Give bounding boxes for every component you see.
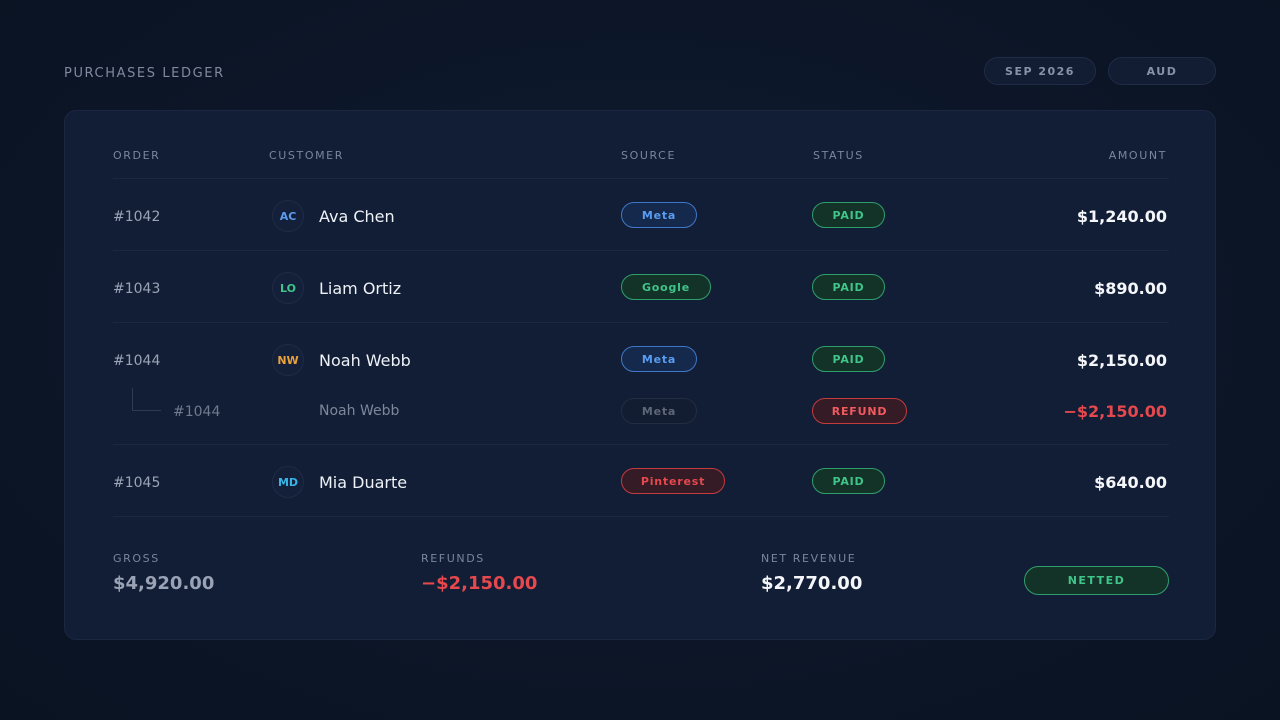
avatar: AC [272, 200, 304, 232]
column-header-amount: AMOUNT [1108, 149, 1167, 162]
source-badge: Meta [621, 398, 697, 424]
amount: $640.00 [1094, 473, 1167, 492]
status-badge: PAID [812, 346, 885, 372]
source-badge: Meta [621, 202, 697, 228]
divider [113, 178, 1169, 179]
source-badge: Pinterest [621, 468, 725, 494]
customer-name: Noah Webb [319, 403, 400, 419]
divider [113, 444, 1169, 445]
refunds-label: REFUNDS [421, 552, 485, 565]
amount: $2,150.00 [1076, 351, 1167, 370]
source-badge: Meta [621, 346, 697, 372]
order-id: #1044 [113, 353, 161, 369]
customer-name: Liam Ortiz [319, 279, 402, 298]
status-badge: PAID [812, 274, 885, 300]
refunds-value: −$2,150.00 [421, 573, 538, 594]
status-badge: REFUND [812, 398, 907, 424]
column-header-order: ORDER [113, 149, 161, 162]
order-id: #1043 [113, 281, 161, 297]
customer-name: Noah Webb [319, 351, 411, 370]
net-revenue-value: $2,770.00 [761, 573, 863, 594]
order-id: #1042 [113, 209, 161, 225]
connector-line [132, 388, 161, 411]
amount: $1,240.00 [1076, 207, 1167, 226]
column-header-customer: CUSTOMER [269, 149, 344, 162]
gross-label: GROSS [113, 552, 160, 565]
order-id: #1044 [173, 404, 221, 420]
period-chip[interactable]: SEP 2026 [984, 57, 1096, 85]
divider [113, 250, 1169, 251]
net-revenue-label: NET REVENUE [761, 552, 857, 565]
status-badge: PAID [812, 202, 885, 228]
divider [113, 322, 1169, 323]
currency-chip[interactable]: AUD [1108, 57, 1216, 85]
amount: $890.00 [1094, 279, 1167, 298]
customer-name: Ava Chen [319, 207, 395, 226]
divider [113, 516, 1169, 517]
avatar: LO [272, 272, 304, 304]
column-header-status: STATUS [813, 149, 864, 162]
source-badge: Google [621, 274, 711, 300]
customer-name: Mia Duarte [319, 473, 408, 492]
avatar: MD [272, 466, 304, 498]
column-header-source: SOURCE [621, 149, 677, 162]
status-badge: PAID [812, 468, 885, 494]
netted-badge: NETTED [1024, 566, 1169, 595]
order-id: #1045 [113, 475, 161, 491]
avatar: NW [272, 344, 304, 376]
page-title: PURCHASES LEDGER [64, 66, 225, 81]
amount: −$2,150.00 [1063, 402, 1168, 421]
gross-value: $4,920.00 [113, 573, 215, 594]
ledger-card: ORDER CUSTOMER SOURCE STATUS AMOUNT #104… [64, 110, 1216, 640]
